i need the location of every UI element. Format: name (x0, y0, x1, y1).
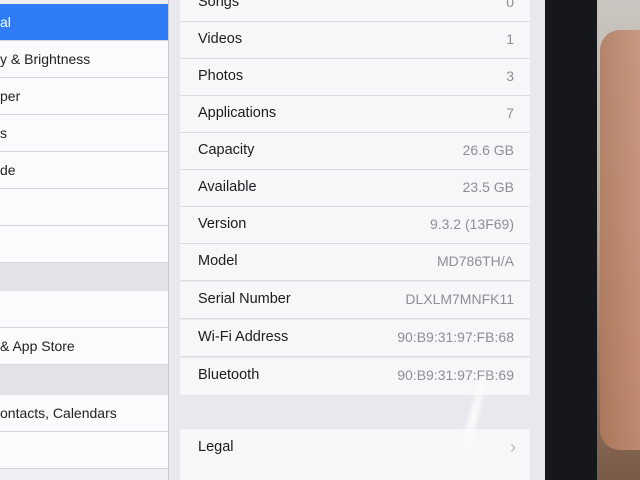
legal-row[interactable]: Legal › (180, 429, 530, 480)
row-value: 9.3.2 (13F69) (429, 216, 514, 232)
sidebar-item-wallpaper[interactable]: per (0, 78, 168, 115)
table-row: Capacity 26.6 GB (180, 133, 530, 170)
row-label: Available (198, 179, 257, 195)
sidebar-item-label: y & Brightness (0, 51, 91, 67)
sidebar-item-notes[interactable] (0, 432, 168, 469)
sidebar-item-passcode[interactable]: de (0, 152, 168, 189)
table-row: Videos 1 (180, 22, 530, 59)
sidebar-item-label: s (0, 125, 7, 141)
row-value: DLXLM7MNFK11 (405, 291, 514, 307)
row-label: Songs (198, 0, 240, 10)
sidebar-item-label: per (0, 88, 21, 104)
row-value: 90:B9:31:97:FB:69 (397, 367, 514, 383)
device-bezel (545, 0, 597, 480)
sidebar-item-icloud[interactable] (0, 291, 168, 328)
table-row: Version 9.3.2 (13F69) (180, 207, 530, 244)
row-label: Capacity (198, 142, 255, 158)
row-label: Model (198, 253, 238, 269)
row-label: Bluetooth (198, 367, 260, 383)
row-value: 1 (506, 31, 514, 47)
row-label: Applications (198, 105, 277, 121)
row-label: Videos (198, 31, 243, 47)
sidebar-item-mail-contacts-calendars[interactable]: ontacts, Calendars (0, 395, 168, 432)
sidebar-item-label: al (0, 14, 11, 30)
finger (600, 30, 640, 450)
row-label: Version (198, 216, 247, 232)
table-row: Songs 0 (180, 0, 530, 22)
sidebar-item-label: de (0, 162, 16, 178)
row-value: MD786TH/A (436, 253, 514, 269)
chevron-right-icon: › (510, 437, 516, 457)
table-row: Applications 7 (180, 96, 530, 133)
table-row: Photos 3 (180, 59, 530, 96)
row-label: Serial Number (198, 291, 291, 307)
sidebar-group-gap (0, 365, 168, 395)
row-value: 90:B9:31:97:FB:68 (397, 329, 514, 345)
row-label: Wi-Fi Address (198, 329, 289, 345)
sidebar-item-general[interactable]: al (0, 4, 168, 41)
sidebar-item-itunes-app-store[interactable]: & App Store (0, 328, 168, 365)
row-value: 0 (506, 0, 514, 10)
sidebar-item-display-brightness[interactable]: y & Brightness (0, 41, 168, 78)
table-row: Wi-Fi Address 90:B9:31:97:FB:68 (180, 320, 530, 357)
table-row: Serial Number DLXLM7MNFK11 (180, 282, 530, 319)
sidebar-item-battery[interactable] (0, 189, 168, 226)
settings-sidebar: al y & Brightness per s de & App Store o… (0, 0, 169, 480)
sidebar-group-gap (0, 263, 168, 291)
row-label: Photos (198, 68, 244, 84)
table-row: Model MD786TH/A (180, 244, 530, 281)
table-row: Available 23.5 GB (180, 170, 530, 207)
sidebar-item-label: & App Store (0, 338, 75, 354)
row-value: 7 (506, 105, 514, 121)
sidebar-item-label: ontacts, Calendars (0, 405, 117, 421)
sidebar-item-sounds[interactable]: s (0, 115, 168, 152)
ipad-screen: al y & Brightness per s de & App Store o… (0, 0, 545, 480)
row-value: 3 (506, 68, 514, 84)
row-value: 23.5 GB (462, 179, 514, 195)
row-value: 26.6 GB (462, 142, 514, 158)
legal-label: Legal (198, 439, 234, 455)
sidebar-item-privacy[interactable] (0, 226, 168, 263)
